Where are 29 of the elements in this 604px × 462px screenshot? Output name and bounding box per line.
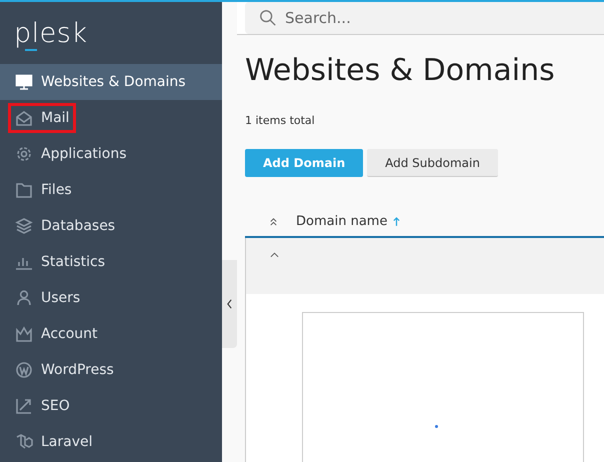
folder-icon — [15, 181, 33, 199]
loading-dot-icon — [435, 425, 438, 428]
nav-item[interactable]: WordPress — [0, 352, 222, 388]
page-title: Websites & Domains — [245, 53, 556, 88]
double-chevron-icon[interactable] — [269, 217, 278, 226]
nav-item[interactable]: SEO — [0, 388, 222, 424]
wordpress-icon — [15, 361, 33, 379]
nav-item[interactable]: Mail — [0, 100, 222, 136]
chart-up-icon — [15, 397, 33, 415]
nav-item[interactable]: Laravel — [0, 424, 222, 460]
nav-item[interactable]: Websites & Domains — [0, 64, 222, 100]
nav-item[interactable]: Databases — [0, 208, 222, 244]
search-field[interactable]: Search... — [245, 2, 604, 34]
monitor-icon — [15, 73, 33, 91]
nav-item[interactable]: Users — [0, 280, 222, 316]
add-subdomain-button[interactable]: Add Subdomain — [367, 149, 498, 177]
plesk-logo[interactable]: plesk — [14, 18, 88, 48]
nav-item[interactable]: Applications — [0, 136, 222, 172]
nav-item[interactable]: Statistics — [0, 244, 222, 280]
chevron-left-icon — [226, 299, 233, 309]
envelope-icon — [15, 109, 33, 127]
nav-item[interactable]: Files — [0, 172, 222, 208]
column-header[interactable]: Domain name — [296, 214, 388, 229]
nav-item[interactable]: Account — [0, 316, 222, 352]
items-count: 1 items total — [245, 114, 316, 127]
chevron-up-icon[interactable] — [270, 252, 279, 258]
user-icon — [15, 289, 33, 307]
layers-icon — [15, 217, 33, 235]
crown-icon — [15, 325, 33, 343]
